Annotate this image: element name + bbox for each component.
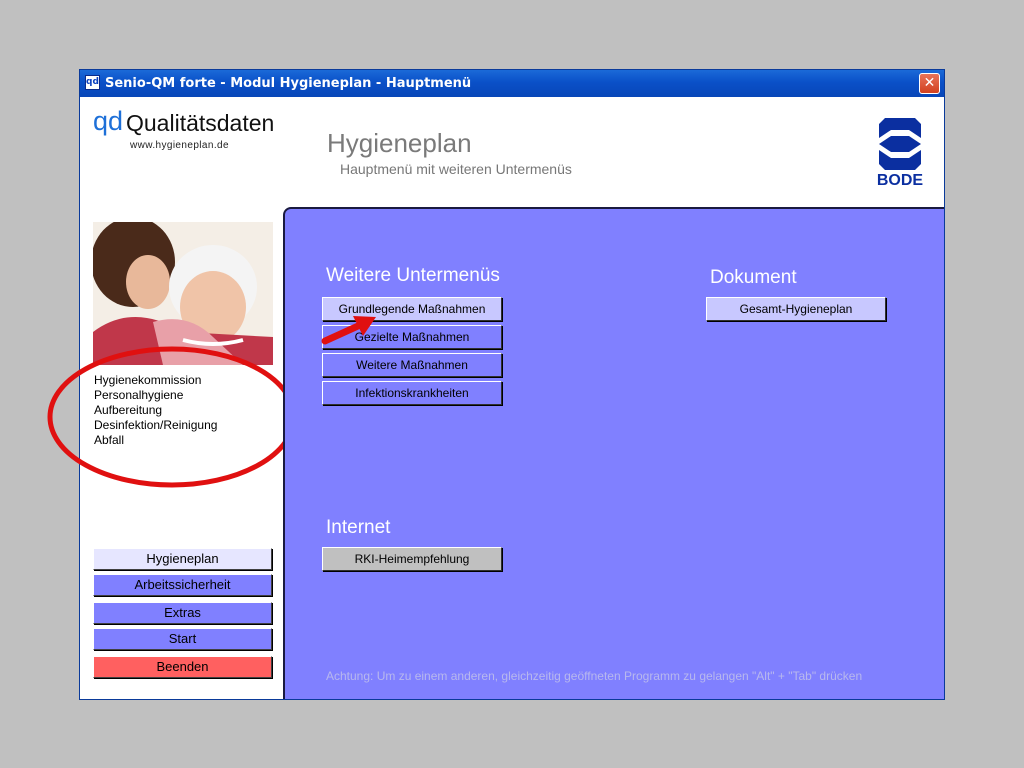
sidebar-link-desinfektion[interactable]: Desinfektion/Reinigung — [94, 418, 217, 433]
submenus-heading: Weitere Untermenüs — [326, 265, 500, 286]
hygieneplan-button[interactable]: Hygieneplan — [93, 548, 272, 570]
sidebar-link-aufbereitung[interactable]: Aufbereitung — [94, 403, 217, 418]
gezielte-massnahmen-button[interactable]: Gezielte Maßnahmen — [322, 325, 502, 349]
internet-heading: Internet — [326, 517, 391, 538]
document-heading: Dokument — [710, 267, 797, 288]
sidebar-link-hygienekommission[interactable]: Hygienekommission — [94, 373, 217, 388]
grundlegende-massnahmen-button[interactable]: Grundlegende Maßnahmen — [322, 297, 502, 321]
sidebar-link-list: Hygienekommission Personalhygiene Aufber… — [94, 373, 217, 448]
start-button[interactable]: Start — [93, 628, 272, 650]
app-window: qd Senio-QM forte - Modul Hygieneplan - … — [47, 69, 945, 700]
arbeitssicherheit-button[interactable]: Arbeitssicherheit — [93, 574, 272, 596]
window-title: Senio-QM forte - Modul Hygieneplan - Hau… — [105, 76, 472, 91]
rki-heimempfehlung-button[interactable]: RKI-Heimempfehlung — [322, 547, 502, 571]
sidebar-link-abfall[interactable]: Abfall — [94, 433, 217, 448]
title-bar[interactable]: qd Senio-QM forte - Modul Hygieneplan - … — [80, 70, 944, 97]
extras-button[interactable]: Extras — [93, 602, 272, 624]
brand-url: www.hygieneplan.de — [130, 140, 229, 151]
footer-note: Achtung: Um zu einem anderen, gleichzeit… — [326, 669, 863, 683]
page-title: Hygieneplan — [327, 128, 472, 158]
infektionskrankheiten-button[interactable]: Infektionskrankheiten — [322, 381, 502, 405]
page-subtitle: Hauptmenü mit weiteren Untermenüs — [340, 161, 572, 177]
bode-logo-text: BODE — [877, 172, 924, 186]
form-body: qd Qualitätsdaten www.hygieneplan.de Hyg… — [47, 97, 944, 699]
beenden-button[interactable]: Beenden — [93, 656, 272, 678]
weitere-massnahmen-button[interactable]: Weitere Maßnahmen — [322, 353, 502, 377]
sidebar-link-personalhygiene[interactable]: Personalhygiene — [94, 388, 217, 403]
brand-name: Qualitätsdaten — [126, 110, 275, 136]
bode-logo-icon: BODE — [877, 118, 924, 186]
close-button[interactable]: ✕ — [919, 73, 940, 94]
brand-qd-logo: qd — [93, 106, 124, 136]
gesamt-hygieneplan-button[interactable]: Gesamt-Hygieneplan — [706, 297, 886, 321]
grandmother-child-photo-icon — [93, 222, 273, 365]
main-panel: Weitere Untermenüs Grundlegende Maßnahme… — [283, 207, 944, 699]
app-icon: qd — [85, 75, 100, 90]
